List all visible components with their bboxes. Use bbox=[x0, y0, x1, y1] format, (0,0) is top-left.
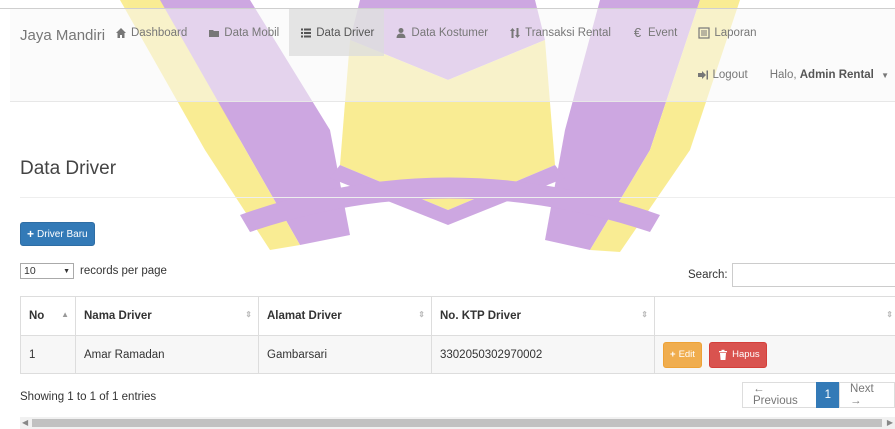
driver-table: No ▲ Nama Driver ⇕ Alamat Driver ⇕ No. KTP … bbox=[20, 296, 895, 374]
list-alt-icon bbox=[697, 26, 710, 39]
scroll-right-icon[interactable]: ▶ bbox=[887, 418, 893, 427]
col-header-no[interactable]: No ▲ bbox=[20, 296, 76, 336]
nav-item-data-mobil[interactable]: Data Mobil bbox=[197, 9, 289, 56]
main-nav: Dashboard Data Mobil Data Driver Data Ko… bbox=[104, 9, 767, 56]
page-length-select[interactable]: 10 ▼ bbox=[20, 263, 74, 279]
scrollbar-thumb[interactable] bbox=[32, 419, 882, 427]
nav-label: Transaksi Rental bbox=[525, 26, 611, 39]
home-icon bbox=[114, 26, 127, 39]
sort-icon: ⇕ bbox=[886, 310, 893, 319]
cell-actions: + Edit Hapus bbox=[654, 335, 895, 374]
nav-label: Event bbox=[647, 26, 678, 39]
add-driver-button[interactable]: + Driver Baru bbox=[20, 222, 95, 246]
navbar: Jaya Mandiri Dashboard Data Mobil Data D… bbox=[10, 9, 895, 102]
greeting-text: Halo, bbox=[769, 68, 797, 81]
pagination: ← Previous 1 Next → bbox=[742, 382, 895, 408]
cell-nama: Amar Ramadan bbox=[75, 335, 259, 374]
horizontal-scrollbar[interactable]: ◀ ▶ bbox=[20, 417, 895, 429]
divider bbox=[20, 197, 895, 198]
user-menu[interactable]: Halo, Admin Rental ▼ bbox=[770, 69, 889, 81]
page-title: Data Driver bbox=[20, 158, 117, 179]
euro-icon: € bbox=[633, 25, 642, 40]
log-in-icon bbox=[697, 68, 710, 81]
logout-label: Logout bbox=[712, 68, 748, 81]
search-control: Search: bbox=[688, 263, 895, 287]
scroll-left-icon[interactable]: ◀ bbox=[22, 418, 28, 427]
delete-button[interactable]: Hapus bbox=[709, 341, 767, 368]
nav-right: Logout Halo, Admin Rental ▼ bbox=[697, 68, 889, 81]
nav-item-dashboard[interactable]: Dashboard bbox=[104, 9, 197, 56]
plus-icon: + bbox=[27, 227, 35, 241]
username: Admin Rental bbox=[799, 68, 874, 81]
cell-no: 1 bbox=[20, 335, 76, 374]
brand-link[interactable]: Jaya Mandiri bbox=[20, 27, 105, 44]
cell-alamat: Gambarsari bbox=[258, 335, 432, 374]
sort-icon: ⇕ bbox=[641, 310, 648, 319]
add-driver-label: Driver Baru bbox=[37, 228, 88, 240]
edit-label: Edit bbox=[678, 349, 695, 360]
nav-label: Data Mobil bbox=[224, 26, 280, 39]
folder-icon bbox=[207, 26, 220, 39]
delete-label: Hapus bbox=[732, 349, 760, 360]
nav-item-data-driver[interactable]: Data Driver bbox=[289, 9, 385, 56]
nav-item-transaksi-rental[interactable]: Transaksi Rental bbox=[498, 9, 621, 56]
cell-ktp: 3302050302970002 bbox=[431, 335, 655, 374]
sort-icon bbox=[508, 26, 521, 39]
next-page-button[interactable]: Next → bbox=[839, 382, 895, 408]
search-input[interactable] bbox=[731, 263, 895, 287]
col-header-alamat[interactable]: Alamat Driver ⇕ bbox=[258, 296, 432, 336]
nav-item-event[interactable]: € Event bbox=[621, 9, 687, 56]
nav-label: Data Driver bbox=[316, 26, 375, 39]
nav-item-laporan[interactable]: Laporan bbox=[687, 9, 766, 56]
nav-label: Data Kostumer bbox=[411, 26, 489, 39]
table-info: Showing 1 to 1 of 1 entries bbox=[20, 391, 157, 403]
user-icon bbox=[394, 26, 407, 39]
nav-label: Dashboard bbox=[131, 26, 188, 39]
search-label: Search: bbox=[688, 269, 728, 281]
sort-icon: ⇕ bbox=[245, 310, 252, 319]
select-caret-icon: ▼ bbox=[63, 267, 70, 275]
page-length-value: 10 bbox=[24, 265, 36, 277]
edit-button[interactable]: + Edit bbox=[663, 341, 702, 368]
col-header-ktp[interactable]: No. KTP Driver ⇕ bbox=[431, 296, 655, 336]
plus-icon: + bbox=[670, 349, 676, 360]
nav-item-data-kostumer[interactable]: Data Kostumer bbox=[384, 9, 498, 56]
page-length-control: 10 ▼ records per page bbox=[20, 263, 167, 279]
table-header-row: No ▲ Nama Driver ⇕ Alamat Driver ⇕ No. KTP … bbox=[20, 296, 895, 336]
sort-icon: ⇕ bbox=[418, 310, 425, 319]
trash-icon bbox=[716, 348, 729, 361]
nav-label: Laporan bbox=[714, 26, 757, 39]
col-header-nama[interactable]: Nama Driver ⇕ bbox=[75, 296, 259, 336]
sort-asc-icon: ▲ bbox=[61, 310, 69, 319]
table-row: 1 Amar Ramadan Gambarsari 33020503029700… bbox=[20, 335, 895, 374]
col-header-actions[interactable]: ⇕ bbox=[654, 296, 895, 336]
caret-down-icon: ▼ bbox=[881, 70, 889, 80]
previous-page-button[interactable]: ← Previous bbox=[742, 382, 817, 408]
logout-link[interactable]: Logout bbox=[697, 68, 748, 81]
page-1-button[interactable]: 1 bbox=[815, 382, 841, 408]
list-icon bbox=[299, 26, 312, 39]
records-label: records per page bbox=[80, 265, 167, 277]
